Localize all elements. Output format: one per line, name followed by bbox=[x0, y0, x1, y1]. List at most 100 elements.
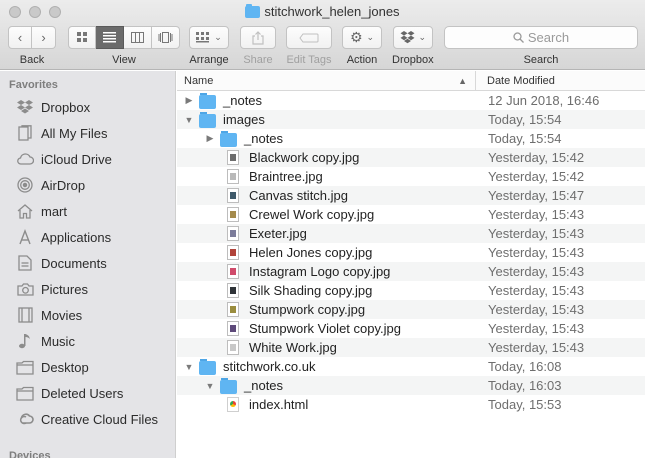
file-name: images bbox=[223, 112, 265, 127]
image-file-icon bbox=[227, 302, 239, 317]
image-file-icon bbox=[227, 245, 239, 260]
share-label: Share bbox=[243, 54, 273, 66]
table-row[interactable]: Silk Shading copy.jpg Yesterday, 15:43 bbox=[177, 281, 645, 300]
table-row[interactable]: White Work.jpg Yesterday, 15:43 bbox=[177, 338, 645, 357]
cover-flow-icon bbox=[158, 32, 173, 43]
action-button[interactable]: ⚙ ⌄ bbox=[342, 26, 382, 49]
table-row[interactable]: Exeter.jpg Yesterday, 15:43 bbox=[177, 224, 645, 243]
sidebar-item-all-my-files[interactable]: All My Files bbox=[0, 120, 175, 146]
file-name: Braintree.jpg bbox=[249, 169, 323, 184]
file-name: _notes bbox=[244, 131, 284, 146]
search-placeholder: Search bbox=[527, 30, 570, 45]
image-file-icon bbox=[227, 150, 239, 165]
table-row[interactable]: Blackwork copy.jpg Yesterday, 15:42 bbox=[177, 148, 645, 167]
edit-tags-label: Edit Tags bbox=[286, 54, 332, 66]
disclosure-collapsed-icon[interactable]: ▶ bbox=[184, 95, 194, 106]
music-note-icon bbox=[16, 333, 34, 349]
disclosure-expanded-icon[interactable]: ▼ bbox=[184, 115, 194, 125]
sidebar-item-movies[interactable]: Movies bbox=[0, 302, 175, 328]
table-row[interactable]: ▼ _notes Today, 16:03 bbox=[177, 376, 645, 395]
view-group: View bbox=[68, 26, 180, 66]
sidebar-item-label: AirDrop bbox=[41, 177, 86, 193]
folder-icon bbox=[220, 130, 237, 147]
cover-flow-button[interactable] bbox=[152, 26, 180, 49]
arrange-button[interactable]: ⌄ bbox=[189, 26, 229, 49]
sidebar-item-creative-cloud-files[interactable]: Creative Cloud Files bbox=[0, 406, 175, 432]
sidebar-item-label: Movies bbox=[41, 307, 83, 323]
name-column-header[interactable]: Name ▲ bbox=[177, 71, 476, 90]
table-row[interactable]: Braintree.jpg Yesterday, 15:42 bbox=[177, 167, 645, 186]
sidebar-item-pictures[interactable]: Pictures bbox=[0, 276, 175, 302]
file-name: Blackwork copy.jpg bbox=[249, 150, 360, 165]
table-row[interactable]: ▼ images Today, 15:54 bbox=[177, 110, 645, 129]
column-header: Name ▲ Date Modified bbox=[177, 71, 645, 91]
back-button[interactable]: ‹ bbox=[8, 26, 32, 49]
forward-button[interactable]: › bbox=[32, 26, 56, 49]
file-date: Yesterday, 15:43 bbox=[488, 207, 585, 222]
sidebar-item-icloud-drive[interactable]: iCloud Drive bbox=[0, 146, 175, 172]
table-row[interactable]: Instagram Logo copy.jpg Yesterday, 15:43 bbox=[177, 262, 645, 281]
dropbox-icon bbox=[16, 99, 34, 115]
icon-view-button[interactable] bbox=[68, 26, 96, 49]
sidebar-item-home[interactable]: mart bbox=[0, 198, 175, 224]
file-date: Yesterday, 15:43 bbox=[488, 340, 585, 355]
file-date: Yesterday, 15:43 bbox=[488, 302, 585, 317]
disclosure-collapsed-icon[interactable]: ▶ bbox=[205, 133, 215, 144]
image-file-icon bbox=[227, 264, 239, 279]
table-row[interactable]: Canvas stitch.jpg Yesterday, 15:47 bbox=[177, 186, 645, 205]
file-date: Yesterday, 15:47 bbox=[488, 188, 585, 203]
window-title-text: stitchwork_helen_jones bbox=[264, 4, 400, 19]
columns-icon bbox=[131, 32, 144, 43]
list-view-button[interactable] bbox=[96, 26, 124, 49]
chevron-down-icon: ⌄ bbox=[214, 32, 222, 42]
file-date: Yesterday, 15:43 bbox=[488, 264, 585, 279]
date-column-header[interactable]: Date Modified bbox=[476, 71, 555, 90]
sort-ascending-icon: ▲ bbox=[458, 76, 467, 86]
cloud-icon bbox=[16, 151, 34, 167]
sidebar-item-desktop[interactable]: Desktop bbox=[0, 354, 175, 380]
share-icon bbox=[252, 30, 264, 45]
chevron-left-icon: ‹ bbox=[17, 30, 23, 45]
image-file-icon bbox=[227, 169, 239, 184]
home-icon bbox=[16, 203, 34, 219]
file-date: Today, 15:53 bbox=[488, 397, 562, 412]
search-input[interactable]: Search bbox=[444, 26, 638, 49]
sidebar-item-documents[interactable]: Documents bbox=[0, 250, 175, 276]
chevron-down-icon: ⌄ bbox=[418, 32, 427, 42]
image-file-icon bbox=[227, 321, 239, 336]
disclosure-expanded-icon[interactable]: ▼ bbox=[184, 362, 194, 372]
table-row[interactable]: Crewel Work copy.jpg Yesterday, 15:43 bbox=[177, 205, 645, 224]
sidebar-item-dropbox[interactable]: Dropbox bbox=[0, 94, 175, 120]
sidebar-item-deleted-users[interactable]: Deleted Users bbox=[0, 380, 175, 406]
file-date: Yesterday, 15:43 bbox=[488, 226, 585, 241]
table-row[interactable]: ▶ _notes 12 Jun 2018, 16:46 bbox=[177, 91, 645, 110]
file-name: stitchwork.co.uk bbox=[223, 359, 316, 374]
sidebar-item-label: Applications bbox=[41, 229, 112, 245]
camera-icon bbox=[16, 281, 34, 297]
dropbox-button[interactable]: ⌄ bbox=[392, 26, 433, 49]
column-view-button[interactable] bbox=[124, 26, 152, 49]
sidebar-item-music[interactable]: Music bbox=[0, 328, 175, 354]
table-row[interactable]: ▶ _notes Today, 15:54 bbox=[177, 129, 645, 148]
folder-icon bbox=[16, 385, 34, 401]
table-row[interactable]: Stumpwork Violet copy.jpg Yesterday, 15:… bbox=[177, 319, 645, 338]
sidebar-item-label: mart bbox=[41, 203, 67, 219]
file-date: Today, 16:03 bbox=[488, 378, 562, 393]
disclosure-expanded-icon[interactable]: ▼ bbox=[205, 381, 215, 391]
file-name: Instagram Logo copy.jpg bbox=[249, 264, 391, 279]
table-row[interactable]: ▼ stitchwork.co.uk Today, 16:08 bbox=[177, 357, 645, 376]
share-button[interactable] bbox=[240, 26, 276, 49]
folder-icon bbox=[199, 92, 216, 109]
arrange-label: Arrange bbox=[189, 54, 229, 66]
table-row[interactable]: Stumpwork copy.jpg Yesterday, 15:43 bbox=[177, 300, 645, 319]
airdrop-icon bbox=[16, 177, 34, 193]
list-icon bbox=[103, 32, 116, 43]
table-row[interactable]: Helen Jones copy.jpg Yesterday, 15:43 bbox=[177, 243, 645, 262]
edit-tags-button[interactable] bbox=[286, 26, 332, 49]
sidebar-item-label: Creative Cloud Files bbox=[41, 411, 159, 427]
table-row[interactable]: index.html Today, 15:53 bbox=[177, 395, 645, 414]
sidebar-item-airdrop[interactable]: AirDrop bbox=[0, 172, 175, 198]
file-date: Today, 15:54 bbox=[488, 131, 562, 146]
arrange-grid-icon bbox=[196, 32, 210, 43]
sidebar-item-applications[interactable]: Applications bbox=[0, 224, 175, 250]
